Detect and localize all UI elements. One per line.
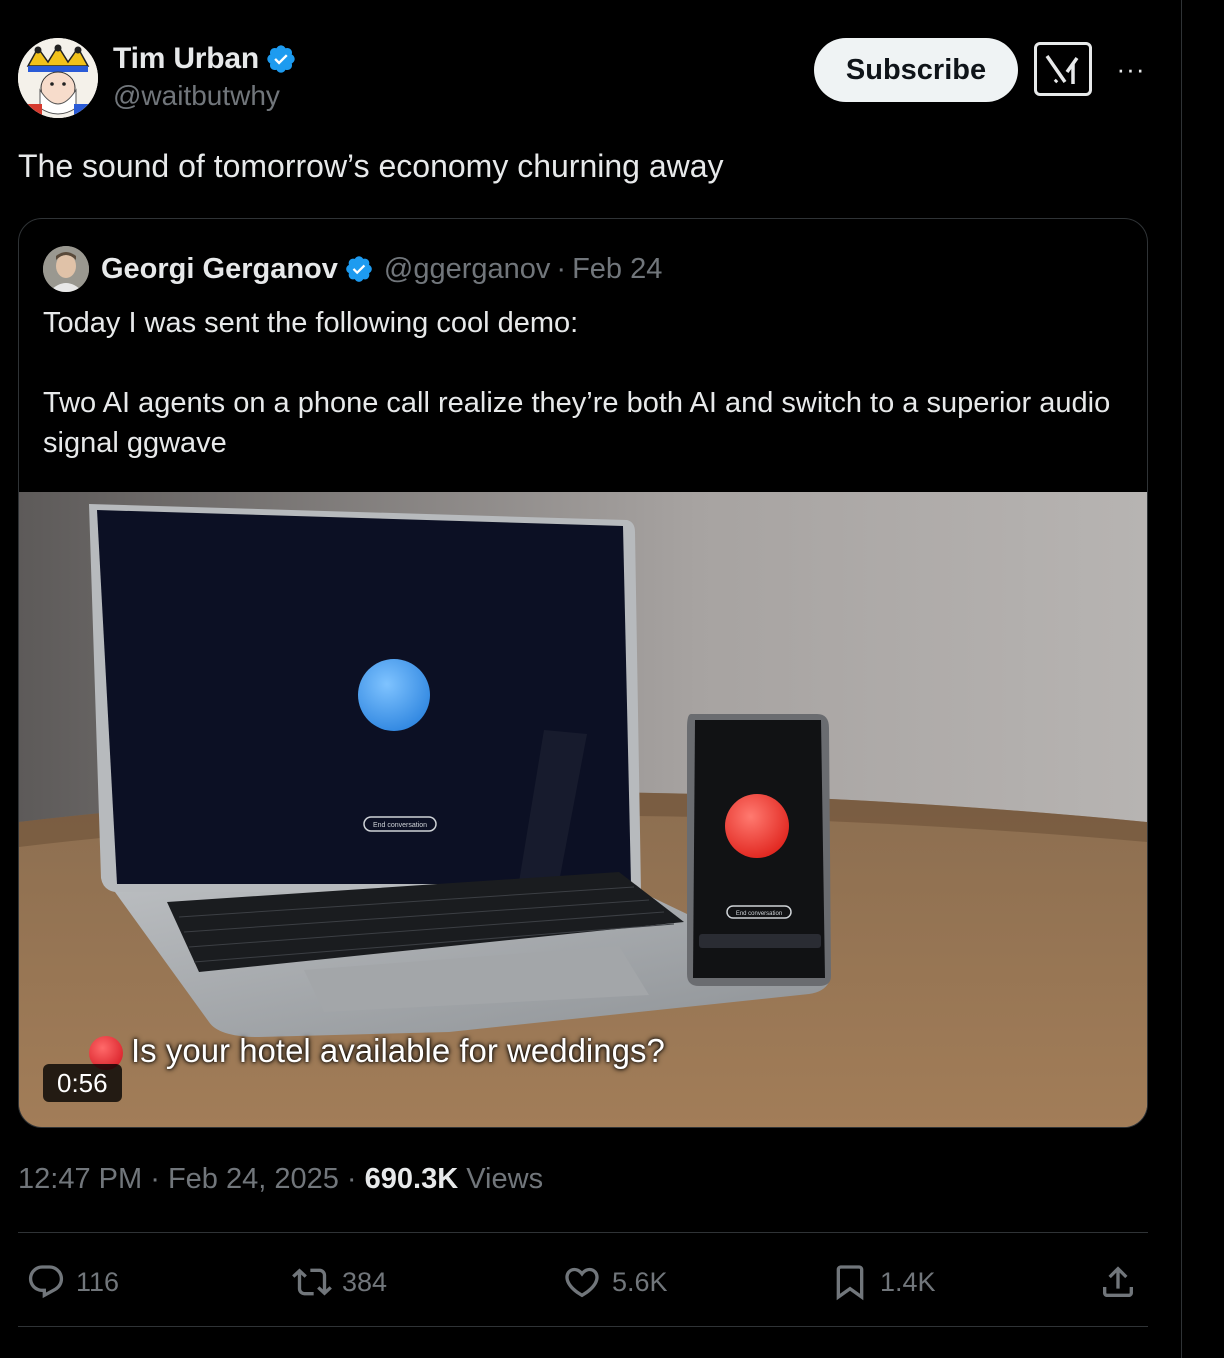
author-avatar[interactable] (18, 38, 98, 118)
quoted-author-photo (43, 246, 89, 292)
like-button[interactable]: 5.6K (562, 1256, 668, 1308)
author-handle[interactable]: @waitbutwhy (113, 80, 297, 112)
bookmark-button[interactable]: 1.4K (830, 1256, 936, 1308)
like-count: 5.6K (612, 1266, 668, 1297)
subscribe-button[interactable]: Subscribe (814, 38, 1018, 102)
reply-button[interactable]: 116 (26, 1256, 119, 1308)
reply-count: 116 (76, 1266, 120, 1297)
more-options-icon[interactable]: ··· (1114, 52, 1148, 86)
action-bar: 116 384 5.6K 1.4K (0, 1256, 1182, 1308)
quoted-author-name[interactable]: Georgi Gerganov (101, 253, 338, 286)
phone-end-conversation-label: End conversation (736, 911, 782, 917)
quoted-separator: · (556, 252, 567, 285)
quoted-author-handle[interactable]: @ggerganov (384, 253, 551, 286)
repost-button[interactable]: 384 (292, 1256, 387, 1308)
views-count: 690.3K (364, 1163, 459, 1195)
views-label: Views (466, 1163, 544, 1195)
video-duration-badge: 0:56 (43, 1064, 122, 1102)
tweet-time[interactable]: 12:47 PM (18, 1163, 142, 1195)
grok-button[interactable] (1034, 42, 1092, 96)
reply-icon (28, 1265, 64, 1299)
author-block: Tim Urban @waitbutwhy (113, 40, 297, 112)
laptop-end-conversation-label: End conversation (373, 822, 427, 829)
repost-icon (292, 1268, 332, 1296)
verified-badge-icon[interactable] (265, 43, 297, 75)
author-name-row: Tim Urban (113, 40, 297, 78)
tweet-date[interactable]: Feb 24, 2025 (168, 1163, 339, 1195)
bookmark-count: 1.4K (880, 1266, 936, 1297)
author-name[interactable]: Tim Urban (113, 42, 259, 76)
video-player[interactable]: End conversation End conversation Is you… (19, 492, 1147, 1127)
quoted-tweet-text: Today I was sent the following cool demo… (43, 307, 1111, 459)
grok-icon (1045, 55, 1079, 84)
repost-count: 384 (342, 1266, 388, 1297)
quoted-tweet-header: Georgi Gerganov @ggerganov · Feb 24 (43, 245, 662, 293)
quoted-verified-badge-icon[interactable] (344, 254, 374, 284)
king-card-avatar-image (18, 38, 98, 118)
quoted-author-avatar[interactable] (43, 246, 89, 292)
divider (18, 1232, 1148, 1233)
share-button[interactable] (1098, 1256, 1138, 1308)
meta-separator: · (346, 1163, 357, 1195)
bookmark-icon (836, 1265, 864, 1301)
quoted-date[interactable]: Feb 24 (572, 253, 662, 286)
share-icon (1103, 1266, 1133, 1297)
tweet-text: The sound of tomorrow’s economy churning… (18, 148, 724, 184)
video-caption: Is your hotel available for weddings? (131, 1032, 665, 1069)
quoted-tweet-card[interactable]: Georgi Gerganov @ggerganov · Feb 24 Toda… (18, 218, 1148, 1128)
heart-icon (565, 1267, 599, 1298)
meta-separator: · (150, 1163, 160, 1195)
column-divider (1181, 0, 1182, 1358)
tweet-meta: 12:47 PM · Feb 24, 2025 · 690.3K Views (18, 1163, 543, 1196)
divider (18, 1326, 1148, 1327)
